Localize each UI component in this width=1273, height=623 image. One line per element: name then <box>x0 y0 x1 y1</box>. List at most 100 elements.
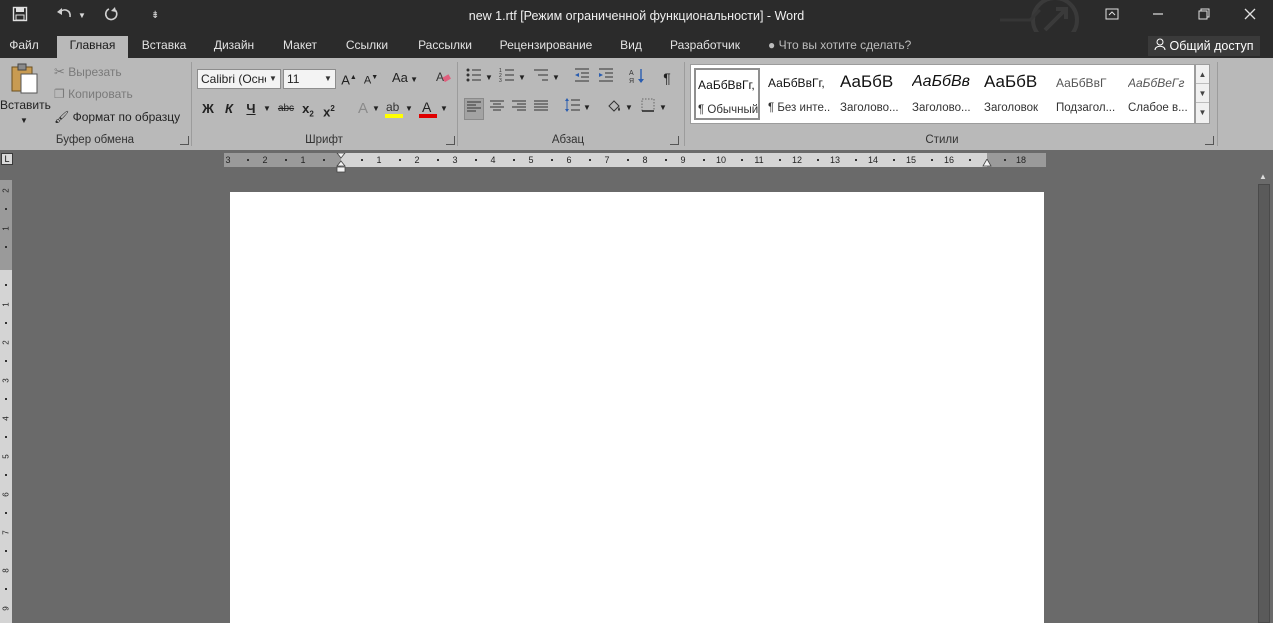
shrink-font-icon[interactable]: A▼ <box>362 68 380 91</box>
tell-me-search[interactable]: ● Что вы хотите сделать? <box>768 38 911 52</box>
show-formatting-button[interactable]: ¶ <box>658 68 676 88</box>
paragraph-launcher-icon[interactable] <box>670 136 679 145</box>
borders-icon[interactable] <box>638 98 658 118</box>
superscript-icon[interactable]: x2 <box>321 99 337 122</box>
vertical-ruler[interactable]: 2 1 1 2 3 4 5 6 7 8 9 <box>0 180 12 623</box>
horizontal-ruler[interactable]: 3 2 1 1 2 3 4 5 6 7 8 9 10 11 12 13 14 1… <box>224 153 1046 173</box>
ribbon-display-options-icon[interactable] <box>1089 0 1135 32</box>
cut-button[interactable]: ✂ Вырезать <box>54 63 122 81</box>
minimize-icon[interactable] <box>1135 0 1181 32</box>
justify-icon[interactable] <box>531 98 551 118</box>
style-heading-2[interactable]: АаБбВв Заголово... <box>910 68 976 120</box>
multilevel-list-icon[interactable] <box>532 68 550 88</box>
font-size-value: 11 <box>287 72 300 86</box>
font-name-dropdown-icon[interactable]: ▼ <box>266 70 280 88</box>
bullets-dropdown-icon[interactable]: ▼ <box>485 68 493 88</box>
clear-formatting-icon[interactable]: A <box>434 68 452 90</box>
underline-dropdown-icon[interactable]: ▼ <box>262 99 272 119</box>
numbering-dropdown-icon[interactable]: ▼ <box>518 68 526 88</box>
subscript-icon[interactable]: x2 <box>300 99 316 125</box>
sort-icon[interactable]: AЯ <box>628 68 646 90</box>
styles-group-label: Стили <box>925 134 959 146</box>
style-normal[interactable]: АаБбВвГг, ¶ Обычный <box>694 68 760 120</box>
change-case-button[interactable]: Aa ▼ <box>391 68 419 90</box>
scrollbar-thumb[interactable] <box>1258 184 1270 623</box>
shading-dropdown-icon[interactable]: ▼ <box>625 98 633 118</box>
style-title[interactable]: АаБбВ Заголовок <box>982 68 1048 120</box>
font-color-icon[interactable]: A <box>418 98 438 120</box>
svg-text:3: 3 <box>499 78 502 82</box>
align-left-icon[interactable] <box>464 98 484 120</box>
bullets-icon[interactable] <box>465 68 483 88</box>
font-size-combo[interactable]: 11 ▼ <box>283 69 336 89</box>
tab-design[interactable]: Дизайн <box>204 36 264 58</box>
tab-layout[interactable]: Макет <box>272 36 328 58</box>
ruler-label: 2 <box>1 188 11 193</box>
svg-text:A: A <box>422 99 432 115</box>
vertical-scrollbar[interactable]: ▲ <box>1255 170 1273 623</box>
paste-icon[interactable] <box>8 62 40 94</box>
style-no-spacing[interactable]: АаБбВвГг, ¶ Без инте... <box>766 68 832 120</box>
italic-button[interactable]: К <box>221 99 237 119</box>
strikethrough-button[interactable]: abc <box>276 99 296 119</box>
ruler-label: 10 <box>715 155 726 165</box>
align-center-icon[interactable] <box>487 98 507 118</box>
highlight-dropdown-icon[interactable]: ▼ <box>405 99 413 119</box>
ruler-tick <box>931 159 933 161</box>
ruler-label: 7 <box>1 530 11 535</box>
decrease-indent-icon[interactable] <box>573 68 591 88</box>
text-effects-icon[interactable]: A <box>354 99 372 119</box>
gallery-up-icon[interactable]: ▲ <box>1196 65 1209 84</box>
font-launcher-icon[interactable] <box>446 136 455 145</box>
tab-home[interactable]: Главная <box>57 36 128 58</box>
style-heading-1[interactable]: АаБбВ Заголово... <box>838 68 904 120</box>
borders-dropdown-icon[interactable]: ▼ <box>659 98 667 118</box>
tab-review[interactable]: Рецензирование <box>490 36 602 58</box>
font-color-dropdown-icon[interactable]: ▼ <box>440 99 448 119</box>
tab-mailings[interactable]: Рассылки <box>408 36 482 58</box>
close-icon[interactable] <box>1227 0 1273 32</box>
ruler-label: 8 <box>1 568 11 573</box>
font-size-dropdown-icon[interactable]: ▼ <box>321 70 335 88</box>
highlight-icon[interactable]: ab <box>384 98 404 120</box>
first-line-indent-icon[interactable] <box>336 153 346 173</box>
ruler-label: 18 <box>1015 155 1026 165</box>
tab-selector[interactable]: L <box>1 153 13 165</box>
restore-icon[interactable] <box>1181 0 1227 32</box>
line-spacing-dropdown-icon[interactable]: ▼ <box>583 98 591 118</box>
paste-dropdown-icon[interactable]: ▼ <box>20 112 28 130</box>
tab-developer[interactable]: Разработчик <box>660 36 750 58</box>
increase-indent-icon[interactable] <box>597 68 615 88</box>
scroll-up-icon[interactable]: ▲ <box>1259 172 1267 181</box>
underline-button[interactable]: Ч <box>243 99 259 119</box>
style-subtle-emphasis[interactable]: АаБбВеГг Слабое в... <box>1126 68 1192 120</box>
tab-insert[interactable]: Вставка <box>133 36 195 58</box>
multilevel-dropdown-icon[interactable]: ▼ <box>552 68 560 88</box>
format-painter-button[interactable]: 🖌 Формат по образцу <box>54 108 180 126</box>
gallery-down-icon[interactable]: ▼ <box>1196 84 1209 103</box>
line-spacing-icon[interactable] <box>562 98 582 118</box>
style-sample: АаБбВвГг, <box>698 78 755 92</box>
clipboard-launcher-icon[interactable] <box>180 136 189 145</box>
style-sample: АаБбВ <box>984 72 1038 91</box>
text-effects-dropdown-icon[interactable]: ▼ <box>372 99 380 119</box>
gallery-more-icon[interactable]: ▼ <box>1196 103 1209 122</box>
align-right-icon[interactable] <box>509 98 529 118</box>
style-subtitle[interactable]: АаБбВвГ Подзагол... <box>1054 68 1120 120</box>
ruler-tick <box>5 550 7 552</box>
styles-launcher-icon[interactable] <box>1205 136 1214 145</box>
ruler-tick <box>399 159 401 161</box>
bold-button[interactable]: Ж <box>200 99 216 119</box>
tab-references[interactable]: Ссылки <box>336 36 398 58</box>
clipboard-group-label: Буфер обмена <box>55 134 135 146</box>
shading-icon[interactable] <box>604 98 624 120</box>
grow-font-icon[interactable]: A▲ <box>340 68 358 90</box>
share-button[interactable]: Общий доступ <box>1148 36 1260 56</box>
copy-button[interactable]: ❐ Копировать <box>54 85 133 103</box>
tab-view[interactable]: Вид <box>610 36 652 58</box>
tab-file[interactable]: Файл <box>0 36 48 58</box>
numbering-icon[interactable]: 123 <box>498 68 516 88</box>
document-page[interactable] <box>230 192 1044 623</box>
right-indent-icon[interactable] <box>982 159 992 167</box>
font-name-combo[interactable]: Calibri (Осно ▼ <box>197 69 281 89</box>
